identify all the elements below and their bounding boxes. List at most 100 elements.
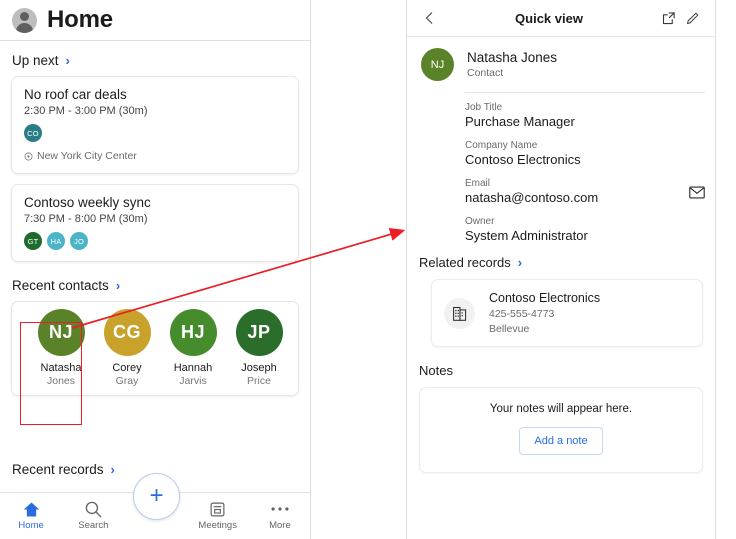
location-pin-icon [24,152,33,161]
attendee-avatar: CO [24,124,42,142]
plus-icon: + [149,481,164,509]
recent-contacts-list: NJ Natasha Jones CG Corey Gray HJ Hannah… [11,301,299,396]
nav-item-meetings[interactable]: Meetings [187,498,249,531]
field-company-name: Company Name Contoso Electronics [465,140,705,167]
home-header: Home [0,0,310,41]
contact-avatar: CG [103,308,151,356]
field-value: Contoso Electronics [465,152,581,167]
nav-item-home[interactable]: Home [0,498,62,531]
event-time: 2:30 PM - 3:00 PM (30m) [24,105,148,117]
email-icon [689,186,705,199]
up-next-section-header[interactable]: Up next › [0,53,310,68]
nav-item-more[interactable]: More [249,498,310,531]
more-icon [249,498,310,520]
field-label: Owner [465,216,495,227]
chevron-right-icon: › [110,462,115,477]
nav-label: Meetings [198,520,237,531]
contact-tile-joseph-price[interactable]: JP Joseph Price [226,308,292,389]
event-attendees: GT HA JO [24,232,286,250]
back-button[interactable] [418,6,442,30]
field-label: Company Name [465,140,538,151]
quick-view-title: Quick view [515,10,583,26]
notes-empty-card: Your notes will appear here. Add a note [419,387,703,473]
recent-records-label: Recent records [12,462,104,477]
edit-button[interactable] [680,6,704,30]
related-record-city: Bellevue [489,323,530,335]
contact-avatar: NJ [37,308,85,356]
contact-summary: NJ Natasha Jones Contact [407,37,715,92]
contact-last-name: Price [247,375,271,388]
recent-contacts-section-header[interactable]: Recent contacts › [0,278,310,293]
contact-tile-partial[interactable]: M M Ro [292,309,298,389]
event-title: No roof car deals [24,87,127,102]
screenshot-root: Home Up next › No roof car deals 2:30 PM… [0,0,736,539]
field-email: Email natasha@contoso.com [465,178,705,205]
notes-section-header: Notes [407,363,715,378]
field-value: Purchase Manager [465,114,575,129]
chevron-left-icon [425,12,433,24]
quick-view-header: Quick view [407,0,715,37]
contact-avatar: HJ [169,308,217,356]
related-records-section-header[interactable]: Related records › [407,255,715,270]
notes-empty-text: Your notes will appear here. [489,403,633,415]
contact-record-type: Contact [467,67,504,79]
contact-last-name: Jones [46,375,76,388]
related-record-card[interactable]: Contoso Electronics 425-555-4773 Bellevu… [431,279,703,347]
field-value: System Administrator [465,228,588,243]
chevron-right-icon: › [517,255,523,270]
person-avatar-icon[interactable] [12,7,37,33]
event-title: Contoso weekly sync [24,195,151,210]
up-next-label: Up next [12,53,59,68]
event-attendees: CO [24,124,286,142]
related-record-name: Contoso Electronics [489,291,601,305]
nav-label: Search [78,520,109,531]
nav-label: Home [18,520,44,531]
contact-tile-natasha-jones[interactable]: NJ Natasha Jones [28,308,94,389]
attendee-avatar: GT [24,232,42,250]
related-records-label: Related records [419,255,511,270]
contact-tile-hannah-jarvis[interactable]: HJ Hannah Jarvis [160,308,226,389]
right-phone-screen: Quick view NJ Natasha Jones Contact Job … [406,0,716,539]
add-a-note-button[interactable]: Add a note [519,427,603,455]
nav-label: More [269,520,291,531]
chevron-right-icon: › [115,278,121,293]
contact-last-name: Ro [292,375,298,388]
event-location-label: New York City Center [37,150,137,162]
attendee-avatar: JO [70,232,88,250]
nav-item-search[interactable]: Search [62,498,124,531]
contact-first-name: Joseph [241,361,277,374]
contact-avatar: NJ [421,48,454,81]
field-label: Email [465,178,491,189]
building-icon [444,297,475,329]
notes-label: Notes [419,363,453,378]
related-record-phone: 425-555-4773 [489,308,555,320]
chevron-right-icon: › [65,53,70,68]
recent-contacts-label: Recent contacts [12,278,109,293]
contact-first-name: Natasha [40,361,82,374]
contact-avatar: JP [235,308,283,356]
open-in-new-icon [662,11,675,24]
page-title: Home [47,6,113,33]
open-in-new-button[interactable] [656,6,680,30]
home-icon [0,498,62,520]
meetings-icon [187,498,249,520]
pencil-edit-icon [686,12,698,24]
contact-last-name: Gray [115,375,139,388]
send-email-button[interactable] [689,186,705,204]
event-card[interactable]: Contoso weekly sync 7:30 PM - 8:00 PM (3… [11,184,299,262]
add-fab-button[interactable]: + [133,473,180,520]
field-owner: Owner System Administrator [465,216,705,243]
contact-first-name: Hannah [173,361,213,374]
left-phone-screen: Home Up next › No roof car deals 2:30 PM… [0,0,311,539]
contact-first-name: Corey [112,361,142,374]
field-label: Job Title [465,102,503,113]
search-icon [62,498,124,520]
event-time: 7:30 PM - 8:00 PM (30m) [24,213,148,225]
field-job-title: Job Title Purchase Manager [465,102,705,129]
contact-last-name: Jarvis [179,375,207,388]
contact-first-name: M [292,362,298,376]
event-card[interactable]: No roof car deals 2:30 PM - 3:00 PM (30m… [11,76,299,174]
field-value: natasha@contoso.com [465,190,599,205]
attendee-avatar: HA [47,232,65,250]
contact-tile-corey-gray[interactable]: CG Corey Gray [94,308,160,389]
